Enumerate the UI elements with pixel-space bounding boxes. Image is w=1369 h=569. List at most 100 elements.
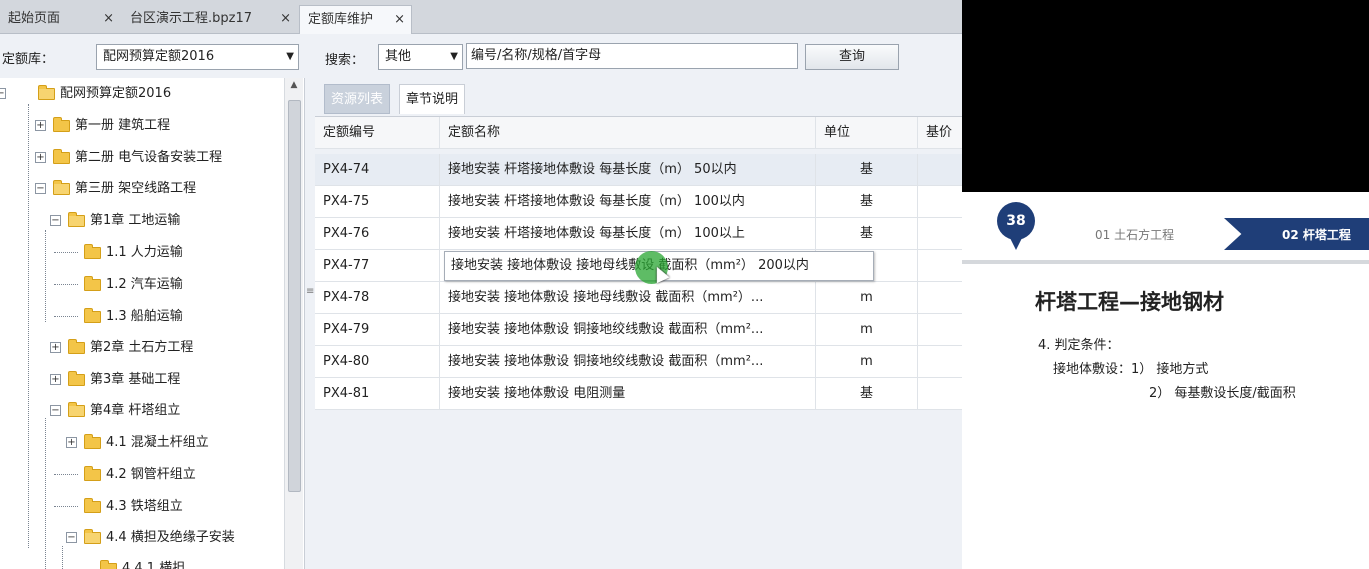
close-icon[interactable]: ×: [280, 5, 291, 33]
panel-splitter[interactable]: ≡: [305, 78, 315, 569]
tree-node[interactable]: + 第3章 基础工程: [0, 369, 280, 391]
folder-icon: [84, 308, 101, 323]
tree-node-label: 1.1 人力运输: [106, 245, 183, 260]
column-header-name[interactable]: 定额名称: [440, 117, 816, 149]
cell-price: [918, 154, 962, 186]
scrollbar-thumb[interactable]: [288, 100, 301, 492]
cell-code: PX4-77: [315, 250, 440, 282]
collapse-icon[interactable]: −: [35, 183, 46, 194]
lesson-slide: 38 01 土石方工程 02 杆塔工程 杆塔工程—接地钢材 4. 判定条件： 接…: [962, 192, 1369, 569]
expand-icon[interactable]: +: [35, 120, 46, 131]
table-row[interactable]: PX4-81 接地安装 接地体敷设 电阻测量 基: [315, 378, 962, 410]
tree-node-label: 第一册 建筑工程: [75, 118, 171, 133]
expand-icon[interactable]: +: [50, 342, 61, 353]
tree-root-label: 配网预算定额2016: [60, 86, 172, 101]
cell-unit: m: [816, 314, 918, 346]
tab-label: 定额库维护: [308, 12, 374, 27]
tree-node[interactable]: 1.2 汽车运输: [0, 274, 280, 296]
table-row[interactable]: PX4-79 接地安装 接地体敷设 铜接地绞线敷设 截面积（mm²... m: [315, 314, 962, 346]
tab-label: 起始页面: [8, 11, 61, 26]
tab-project-file[interactable]: 台区演示工程.bpz17 ×: [122, 5, 297, 34]
column-header-code[interactable]: 定额编号: [315, 117, 440, 149]
cell-unit: 基: [816, 154, 918, 186]
collapse-icon[interactable]: −: [50, 215, 61, 226]
tab-start-page[interactable]: 起始页面 ×: [0, 5, 120, 34]
tree-node[interactable]: 1.1 人力运输: [0, 242, 280, 264]
folder-icon: [68, 371, 85, 386]
search-label: 搜索：: [325, 53, 365, 68]
tree-node-label: 第4章 杆塔组立: [90, 403, 181, 418]
folder-icon: [84, 466, 101, 481]
folder-icon: [100, 560, 117, 569]
table-row[interactable]: PX4-80 接地安装 接地体敷设 铜接地绞线敷设 截面积（mm²... m: [315, 346, 962, 378]
cell-price: [918, 186, 962, 218]
library-select-value: 配网预算定额2016: [103, 49, 215, 64]
collapse-icon[interactable]: −: [50, 405, 61, 416]
search-input-placeholder: 编号/名称/规格/首字母: [471, 48, 602, 63]
cell-name: 接地安装 接地体敷设 铜接地绞线敷设 截面积（mm²...: [440, 346, 816, 378]
tree-node[interactable]: − 第4章 杆塔组立: [0, 400, 280, 422]
slide-text-line: 4. 判定条件：: [1038, 338, 1120, 353]
quota-app-window: 起始页面 × 台区演示工程.bpz17 × 定额库维护 × 定额库： 配网预算定…: [0, 0, 962, 569]
chevron-down-icon: ▼: [450, 51, 458, 62]
tree-node[interactable]: + 第二册 电气设备安装工程: [0, 147, 280, 169]
slide-page-number: 38: [997, 202, 1035, 240]
folder-icon: [53, 117, 70, 132]
search-type-value: 其他: [385, 49, 412, 64]
tree-node-label: 4.3 铁塔组立: [106, 499, 183, 514]
tree-node-label: 第2章 土石方工程: [90, 340, 194, 355]
slide-header-divider: [962, 260, 1369, 264]
table-header: 定额编号 定额名称 单位 基价: [315, 117, 962, 149]
close-icon[interactable]: ×: [103, 5, 114, 33]
search-type-select[interactable]: 其他 ▼: [378, 44, 463, 70]
expand-icon[interactable]: +: [66, 437, 77, 448]
tree-node[interactable]: − 第三册 架空线路工程: [0, 178, 280, 200]
tree-scrollbar[interactable]: ▲: [284, 78, 303, 569]
chevron-down-icon: ▼: [286, 51, 294, 62]
tree-node[interactable]: 4.4.1 横担: [0, 558, 280, 569]
column-header-price[interactable]: 基价: [918, 117, 962, 149]
slide-title: 杆塔工程—接地钢材: [1035, 290, 1224, 314]
expand-icon[interactable]: +: [35, 152, 46, 163]
tab-resource-list[interactable]: 资源列表: [324, 84, 391, 114]
table-row[interactable]: PX4-78 接地安装 接地体敷设 接地母线敷设 截面积（mm²）... m: [315, 282, 962, 314]
folder-icon: [68, 339, 85, 354]
tree-node[interactable]: + 第一册 建筑工程: [0, 115, 280, 137]
tree-node[interactable]: 4.3 铁塔组立: [0, 496, 280, 518]
tree-node[interactable]: 4.2 钢管杆组立: [0, 464, 280, 486]
cell-code: PX4-78: [315, 282, 440, 314]
tree-node[interactable]: + 4.1 混凝土杆组立: [0, 432, 280, 454]
collapse-icon[interactable]: −: [66, 532, 77, 543]
tree-node[interactable]: + 第2章 土石方工程: [0, 337, 280, 359]
tree-node[interactable]: − 4.4 横担及绝缘子安装: [0, 527, 280, 549]
collapse-icon[interactable]: −: [0, 88, 6, 99]
search-input[interactable]: 编号/名称/规格/首字母: [466, 43, 798, 69]
library-select[interactable]: 配网预算定额2016 ▼: [96, 44, 299, 70]
scroll-up-icon[interactable]: ▲: [285, 80, 303, 90]
tree-node[interactable]: − 第1章 工地运输: [0, 210, 280, 232]
table-row[interactable]: PX4-74 接地安装 杆塔接地体敷设 每基长度（m） 50以内 基: [315, 154, 962, 186]
library-label: 定额库：: [2, 52, 55, 67]
column-header-unit[interactable]: 单位: [816, 117, 918, 149]
slide-text-line: 2） 每基敷设长度/截面积: [1149, 386, 1296, 401]
tree-root[interactable]: − 配网预算定额2016: [0, 83, 280, 105]
tab-label: 台区演示工程.bpz17: [130, 11, 253, 26]
tab-chapter-notes[interactable]: 章节说明: [399, 84, 466, 114]
expand-icon[interactable]: +: [50, 374, 61, 385]
table-row[interactable]: PX4-76 接地安装 杆塔接地体敷设 每基长度（m） 100以上 基: [315, 218, 962, 250]
table-row[interactable]: PX4-75 接地安装 杆塔接地体敷设 每基长度（m） 100以内 基: [315, 186, 962, 218]
folder-open-icon: [53, 180, 70, 195]
folder-icon: [84, 434, 101, 449]
quota-table: 定额编号 定额名称 单位 基价 PX4-74 接地安装 杆塔接地体敷设 每基长度…: [315, 116, 962, 569]
tree-node[interactable]: 1.3 船舶运输: [0, 306, 280, 328]
tree-node-label: 1.3 船舶运输: [106, 309, 183, 324]
tree-node-label: 第二册 电气设备安装工程: [75, 150, 223, 165]
cell-code: PX4-79: [315, 314, 440, 346]
folder-open-icon: [38, 85, 55, 100]
query-button[interactable]: 查询: [805, 44, 899, 70]
cell-code: PX4-81: [315, 378, 440, 410]
tree-node-label: 4.4 横担及绝缘子安装: [106, 530, 235, 545]
tab-quota-library-maintenance[interactable]: 定额库维护 ×: [299, 5, 412, 34]
cell-name: 接地安装 接地体敷设 铜接地绞线敷设 截面积（mm²...: [440, 314, 816, 346]
close-icon[interactable]: ×: [394, 6, 405, 34]
